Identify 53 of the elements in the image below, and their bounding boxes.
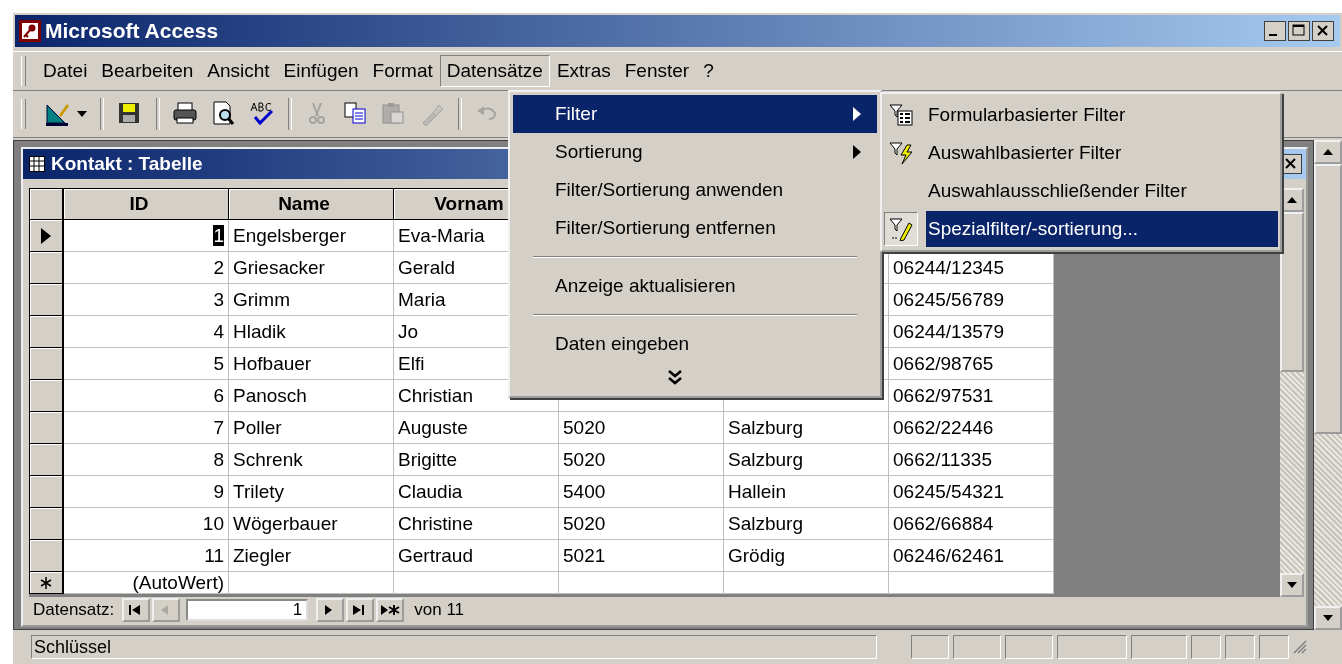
table-cell: 0662/98765 [889,348,1054,380]
table-cell: Ziegler [229,540,394,572]
table-cell: Schrenk [229,444,394,476]
table-cell: 4 [64,316,229,348]
table-cell: Grimm [229,284,394,316]
table-cell: Salzburg [724,508,889,540]
window-title: Microsoft Access [45,19,219,43]
table-cell: 06246/62461 [889,540,1054,572]
table-cell: 2 [64,252,229,284]
table-cell: 7 [64,412,229,444]
table-cell: 0662/11335 [889,444,1054,476]
table-cell: 5400 [559,476,724,508]
table-cell: (AutoWert) [64,572,229,594]
table-cell: 06245/56789 [889,284,1054,316]
table-cell: Claudia [394,476,559,508]
table-cell: 6 [64,380,229,412]
record-label: Datensatz: [33,600,115,620]
table-cell: Wögerbauer [229,508,394,540]
table-cell: Salzburg [724,412,889,444]
table-cell: 06245/54321 [889,476,1054,508]
table-cell: 11 [64,540,229,572]
table-cell: Griesacker [229,252,394,284]
table-cell: Poller [229,412,394,444]
table-cell: 3 [64,284,229,316]
table-cell: Hallein [724,476,889,508]
table-cell: Trilety [229,476,394,508]
window-title: Kontakt : Tabelle [51,153,203,175]
table-cell: 5 [64,348,229,380]
table-cell: Salzburg [724,444,889,476]
table-cell: 5021 [559,540,724,572]
table-cell: Engelsberger [229,220,394,252]
table-cell: 06244/12345 [889,252,1054,284]
table-cell: Auguste [394,412,559,444]
table-cell: 1 [64,220,229,252]
table-cell: Hofbauer [229,348,394,380]
table-cell: 9 [64,476,229,508]
table-cell: Grödig [724,540,889,572]
table-cell: 0662/22446 [889,412,1054,444]
record-count: von 11 [414,600,465,620]
table-cell: Gertraud [394,540,559,572]
table-cell: 0662/97531 [889,380,1054,412]
table-cell: 5020 [559,444,724,476]
status-text: Schlüssel [31,635,877,659]
table-cell: Hladik [229,316,394,348]
table-cell: 0662/66884 [889,508,1054,540]
table-cell: 06244/13579 [889,316,1054,348]
table-cell: Panosch [229,380,394,412]
table-cell: 5020 [559,412,724,444]
table-cell: Brigitte [394,444,559,476]
table-cell: 8 [64,444,229,476]
table-cell: 10 [64,508,229,540]
table-cell: 5020 [559,508,724,540]
table-cell: Christine [394,508,559,540]
